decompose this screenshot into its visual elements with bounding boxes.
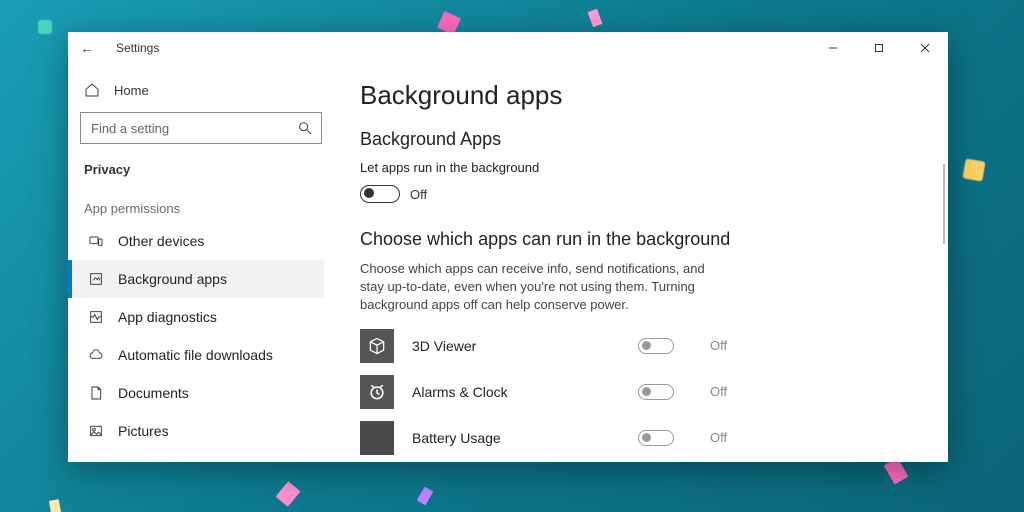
settings-window: ← Settings Home Find a setting Privacy bbox=[68, 32, 948, 462]
titlebar: ← Settings bbox=[68, 32, 948, 64]
sidebar-item-label: Automatic file downloads bbox=[118, 347, 273, 363]
main-panel: Background apps Background Apps Let apps… bbox=[334, 64, 948, 462]
apps-section-desc: Choose which apps can receive info, send… bbox=[360, 260, 730, 315]
document-icon bbox=[88, 385, 104, 401]
master-toggle-hint: Let apps run in the background bbox=[360, 160, 918, 175]
minimize-button[interactable] bbox=[810, 32, 856, 63]
back-button[interactable]: ← bbox=[80, 40, 102, 56]
section-title: Background Apps bbox=[360, 129, 918, 150]
search-icon bbox=[297, 120, 313, 136]
app-toggle-3d-viewer[interactable] bbox=[638, 338, 674, 354]
pictures-icon bbox=[88, 423, 104, 439]
sidebar-item-background-apps[interactable]: Background apps bbox=[68, 260, 324, 298]
sidebar-item-label: Other devices bbox=[118, 233, 204, 249]
app-icon-3d-viewer bbox=[360, 329, 394, 363]
app-name: Battery Usage bbox=[412, 430, 626, 446]
sidebar-item-other-devices[interactable]: Other devices bbox=[68, 222, 324, 260]
search-placeholder: Find a setting bbox=[91, 121, 169, 136]
sidebar-item-label: Pictures bbox=[118, 423, 169, 439]
diagnostics-icon bbox=[88, 309, 104, 325]
scrollbar[interactable] bbox=[943, 164, 945, 244]
app-toggle-state: Off bbox=[710, 338, 760, 353]
app-toggle-state: Off bbox=[710, 430, 760, 445]
sidebar-item-pictures[interactable]: Pictures bbox=[68, 412, 324, 450]
home-label: Home bbox=[114, 83, 149, 98]
app-name: Alarms & Clock bbox=[412, 384, 626, 400]
sidebar-item-label: Documents bbox=[118, 385, 189, 401]
master-toggle-state: Off bbox=[410, 187, 427, 202]
app-toggle-state: Off bbox=[710, 384, 760, 399]
apps-section-title: Choose which apps can run in the backgro… bbox=[360, 229, 918, 250]
app-name: 3D Viewer bbox=[412, 338, 626, 354]
sidebar-item-label: Background apps bbox=[118, 271, 227, 287]
window-title: Settings bbox=[116, 41, 159, 55]
sidebar-item-documents[interactable]: Documents bbox=[68, 374, 324, 412]
sidebar-item-app-diagnostics[interactable]: App diagnostics bbox=[68, 298, 324, 336]
background-apps-icon bbox=[88, 271, 104, 287]
app-icon-alarms-clock bbox=[360, 375, 394, 409]
app-toggle-alarms-clock[interactable] bbox=[638, 384, 674, 400]
sidebar-group-label: App permissions bbox=[78, 195, 324, 222]
home-icon bbox=[84, 82, 100, 98]
sidebar: Home Find a setting Privacy App permissi… bbox=[68, 64, 334, 462]
cloud-download-icon bbox=[88, 347, 104, 363]
app-icon-battery-usage bbox=[360, 421, 394, 455]
close-button[interactable] bbox=[902, 32, 948, 63]
home-nav[interactable]: Home bbox=[78, 74, 324, 112]
devices-icon bbox=[88, 233, 104, 249]
master-toggle[interactable] bbox=[360, 185, 400, 203]
app-toggle-battery-usage[interactable] bbox=[638, 430, 674, 446]
page-title: Background apps bbox=[360, 80, 918, 111]
search-input[interactable]: Find a setting bbox=[80, 112, 322, 144]
sidebar-item-label: App diagnostics bbox=[118, 309, 217, 325]
maximize-button[interactable] bbox=[856, 32, 902, 63]
current-section: Privacy bbox=[78, 158, 324, 195]
sidebar-item-auto-downloads[interactable]: Automatic file downloads bbox=[68, 336, 324, 374]
